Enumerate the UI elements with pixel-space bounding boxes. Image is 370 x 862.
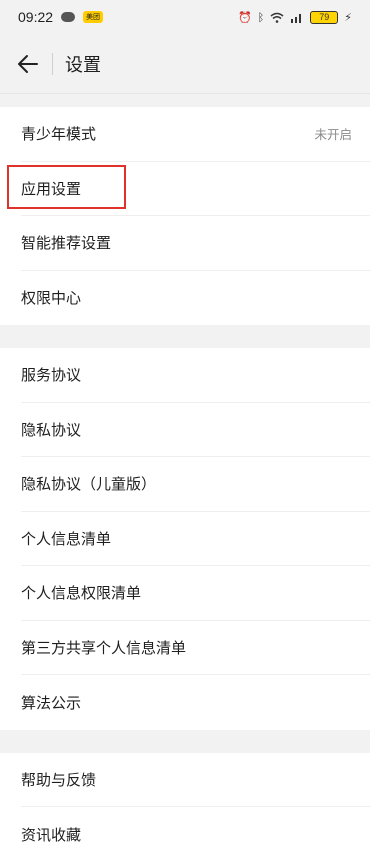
settings-item-permission-center[interactable]: 权限中心 bbox=[21, 271, 370, 326]
chat-icon bbox=[61, 12, 76, 22]
header: 设置 bbox=[0, 34, 370, 94]
bluetooth-icon: ᛒ bbox=[257, 10, 265, 24]
battery-icon: 79 bbox=[310, 10, 339, 24]
signal-icon bbox=[291, 13, 302, 23]
wifi-icon bbox=[270, 12, 284, 23]
settings-item-algorithm[interactable]: 算法公示 bbox=[21, 675, 370, 730]
settings-item-label: 个人信息清单 bbox=[21, 529, 112, 548]
settings-section-help: 帮助与反馈 资讯收藏 bbox=[0, 752, 370, 862]
back-arrow-icon bbox=[18, 54, 38, 73]
settings-item-help-feedback[interactable]: 帮助与反馈 bbox=[21, 753, 370, 807]
app-badge: 美团 bbox=[83, 11, 104, 23]
settings-item-label: 服务协议 bbox=[21, 366, 82, 385]
settings-item-label: 智能推荐设置 bbox=[21, 234, 112, 253]
settings-item-label: 权限中心 bbox=[21, 289, 82, 308]
settings-item-label: 帮助与反馈 bbox=[21, 770, 97, 789]
settings-item-label: 隐私协议（儿童版） bbox=[21, 475, 157, 494]
settings-item-label: 应用设置 bbox=[21, 179, 82, 198]
page-title: 设置 bbox=[65, 54, 101, 76]
settings-section-agreements: 服务协议 隐私协议 隐私协议（儿童版） 个人信息清单 个人信息权限清单 第三方共… bbox=[0, 348, 370, 730]
settings-item-service-agreement[interactable]: 服务协议 bbox=[21, 348, 370, 403]
settings-item-label: 隐私协议 bbox=[21, 420, 82, 439]
back-button[interactable] bbox=[14, 50, 42, 78]
status-right: ⏰ ᛒ 79 ⚡ bbox=[237, 10, 352, 24]
header-divider bbox=[52, 52, 53, 75]
settings-item-value: 未开启 bbox=[314, 127, 352, 143]
status-bar: 09:22 美团 ⏰ ᛒ 79 ⚡ bbox=[0, 0, 370, 34]
section-gap bbox=[0, 325, 370, 348]
settings-item-label: 资讯收藏 bbox=[21, 825, 82, 844]
settings-item-app-settings[interactable]: 应用设置 bbox=[7, 162, 370, 216]
settings-item-label: 第三方共享个人信息清单 bbox=[21, 638, 187, 657]
settings-item-teen-mode[interactable]: 青少年模式 未开启 bbox=[21, 107, 370, 162]
alarm-icon: ⏰ bbox=[237, 10, 252, 24]
status-left: 09:22 美团 bbox=[18, 9, 104, 25]
settings-item-smart-recommend[interactable]: 智能推荐设置 bbox=[21, 216, 370, 271]
status-time: 09:22 bbox=[18, 9, 54, 25]
charging-icon: ⚡ bbox=[344, 10, 352, 24]
settings-item-third-party-sharing[interactable]: 第三方共享个人信息清单 bbox=[21, 621, 370, 675]
settings-item-personal-permission-list[interactable]: 个人信息权限清单 bbox=[21, 566, 370, 621]
settings-section-general: 青少年模式 未开启 应用设置 智能推荐设置 权限中心 bbox=[0, 107, 370, 325]
section-gap bbox=[0, 94, 370, 107]
settings-item-news-favorites[interactable]: 资讯收藏 bbox=[21, 807, 370, 862]
settings-item-label: 算法公示 bbox=[21, 693, 82, 712]
settings-item-personal-info-list[interactable]: 个人信息清单 bbox=[21, 512, 370, 566]
settings-item-label: 青少年模式 bbox=[21, 125, 97, 144]
settings-item-privacy-agreement[interactable]: 隐私协议 bbox=[21, 403, 370, 457]
settings-item-label: 个人信息权限清单 bbox=[21, 584, 142, 603]
section-gap bbox=[0, 729, 370, 753]
settings-item-privacy-children[interactable]: 隐私协议（儿童版） bbox=[21, 457, 370, 512]
